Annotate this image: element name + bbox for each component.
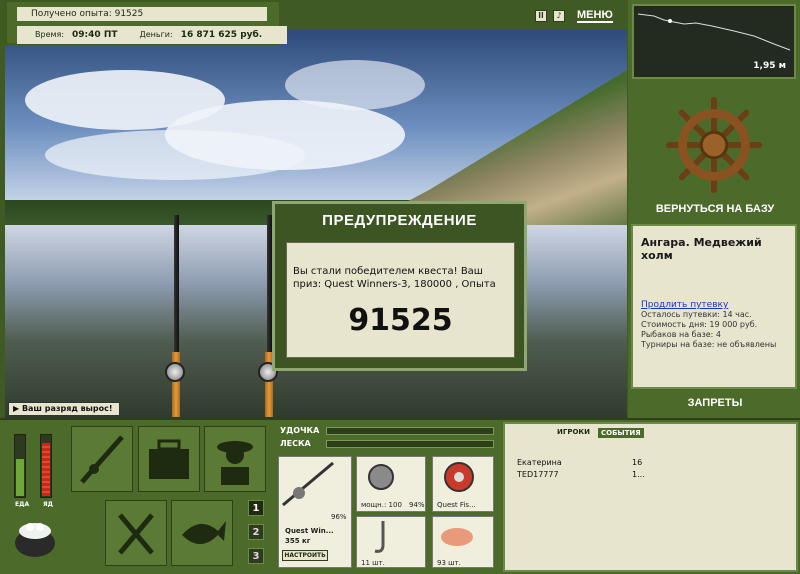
- menu-button[interactable]: МЕНЮ: [577, 9, 613, 23]
- status-panel: Получено опыта: 91525 Время: 09:40 ПТ Де…: [5, 0, 287, 45]
- line-name: Quest Fis...: [437, 501, 476, 509]
- tackle-panel: УДОЧКА ЛЕСКА Quest Win... 355 кг 96% мощ…: [274, 422, 498, 572]
- food-bar: [14, 434, 26, 498]
- rod-reel-icon: [282, 461, 334, 507]
- line-cell[interactable]: Quest Fis...: [432, 456, 494, 512]
- tournaments-info: Турниры на базе: не объявлены: [641, 340, 777, 349]
- slot-1-button[interactable]: 1: [248, 500, 264, 516]
- player-name: Екатерина: [517, 458, 562, 467]
- bait-cell[interactable]: 93 шт.: [432, 516, 494, 568]
- player-name: TED17777: [517, 470, 559, 479]
- return-to-base-button[interactable]: ВЕРНУТЬСЯ НА БАЗУ: [632, 203, 798, 215]
- dialog-title: ПРЕДУПРЕЖДЕНИЕ: [322, 212, 477, 229]
- warning-dialog[interactable]: ПРЕДУПРЕЖДЕНИЕ Вы стали победителем квес…: [272, 201, 527, 371]
- dialog-text: Вы стали победителем квеста! Ваш приз: Q…: [293, 266, 496, 290]
- rod-tension-bar: [326, 427, 494, 435]
- fishers-count: Рыбаков на базе: 4: [641, 330, 721, 339]
- rod-slot[interactable]: [71, 426, 133, 492]
- rod-name: Quest Win...: [285, 527, 334, 535]
- player-row[interactable]: TED17777 1...: [517, 470, 777, 479]
- permit-left: Осталось путевки: 14 час.: [641, 310, 752, 319]
- tackle-box-icon: [149, 439, 189, 479]
- rod-icon: [80, 435, 124, 484]
- time-label: Время:: [35, 30, 65, 39]
- line-tension-label: ЛЕСКА: [280, 439, 311, 448]
- food-label: ЕДА: [15, 501, 30, 508]
- hook-cell[interactable]: 11 шт.: [356, 516, 426, 568]
- money-label: Деньги:: [139, 30, 173, 39]
- food-slot[interactable]: [105, 500, 167, 566]
- tab-players[interactable]: ИГРОКИ: [557, 428, 590, 438]
- bait-count: 93 шт.: [437, 559, 461, 567]
- rod-weight: 355 кг: [285, 537, 311, 545]
- hooks-count: 11 шт.: [361, 559, 385, 567]
- reel-percent: 94%: [409, 501, 425, 509]
- pause-icon[interactable]: ll: [535, 10, 547, 22]
- hook-icon: [374, 521, 385, 553]
- poison-bar: [40, 434, 52, 498]
- ship-wheel-icon[interactable]: [665, 96, 763, 194]
- reel-icon: [165, 362, 185, 382]
- player-row[interactable]: Екатерина 16: [517, 458, 777, 467]
- depth-chart: 1,95 м: [632, 4, 796, 79]
- rank-notice[interactable]: ▶ Ваш разряд вырос!: [8, 402, 120, 416]
- time-value: 09:40 ПТ: [72, 30, 118, 40]
- tackle-box-slot[interactable]: [138, 426, 200, 492]
- slot-3-button[interactable]: 3: [248, 548, 264, 564]
- experience-text: Получено опыта: 91525: [17, 7, 267, 21]
- cauldron-icon[interactable]: [10, 513, 60, 563]
- day-cost: Стоимость дня: 19 000 руб.: [641, 320, 758, 329]
- fork-knife-icon: [118, 513, 154, 555]
- base-info-panel: Ангара. Медвежий холм Продлить путевку О…: [631, 224, 797, 389]
- reel-power: мощн.: 100: [361, 501, 402, 509]
- player-value: 16: [632, 458, 643, 467]
- line-spool-icon: [444, 462, 474, 492]
- bans-button[interactable]: ЗАПРЕТЫ: [632, 397, 798, 409]
- reel-item-icon: [368, 464, 394, 490]
- slot-2-button[interactable]: 2: [248, 524, 264, 540]
- fisherman-icon: [217, 441, 253, 485]
- rod-percent: 96%: [331, 513, 347, 521]
- shrimp-bait-icon: [441, 528, 473, 546]
- players-panel: ИГРОКИ СОБЫТИЯ Екатерина 16 TED17777 1..…: [503, 422, 798, 572]
- fish-slot[interactable]: [171, 500, 233, 566]
- dialog-number: 91525: [348, 303, 453, 338]
- fish-icon: [182, 521, 226, 544]
- depth-value: 1,95 м: [753, 61, 786, 71]
- rod-tension-label: УДОЧКА: [280, 426, 320, 435]
- setup-button[interactable]: НАСТРОИТЬ: [282, 550, 328, 561]
- reel-cell[interactable]: мощн.: 100 94%: [356, 456, 426, 512]
- poison-label: ЯД: [43, 501, 53, 508]
- rank-text: Ваш разряд вырос!: [21, 404, 113, 413]
- line-tension-bar: [326, 440, 494, 448]
- tab-events[interactable]: СОБЫТИЯ: [597, 428, 644, 438]
- base-name: Ангара. Медвежий холм: [641, 236, 762, 262]
- money-value: 16 871 625 руб.: [180, 30, 263, 40]
- player-value: 1...: [632, 470, 645, 479]
- extend-permit-link[interactable]: Продлить путевку: [641, 300, 787, 310]
- character-slot[interactable]: [204, 426, 266, 492]
- sound-icon[interactable]: ♪: [553, 10, 565, 22]
